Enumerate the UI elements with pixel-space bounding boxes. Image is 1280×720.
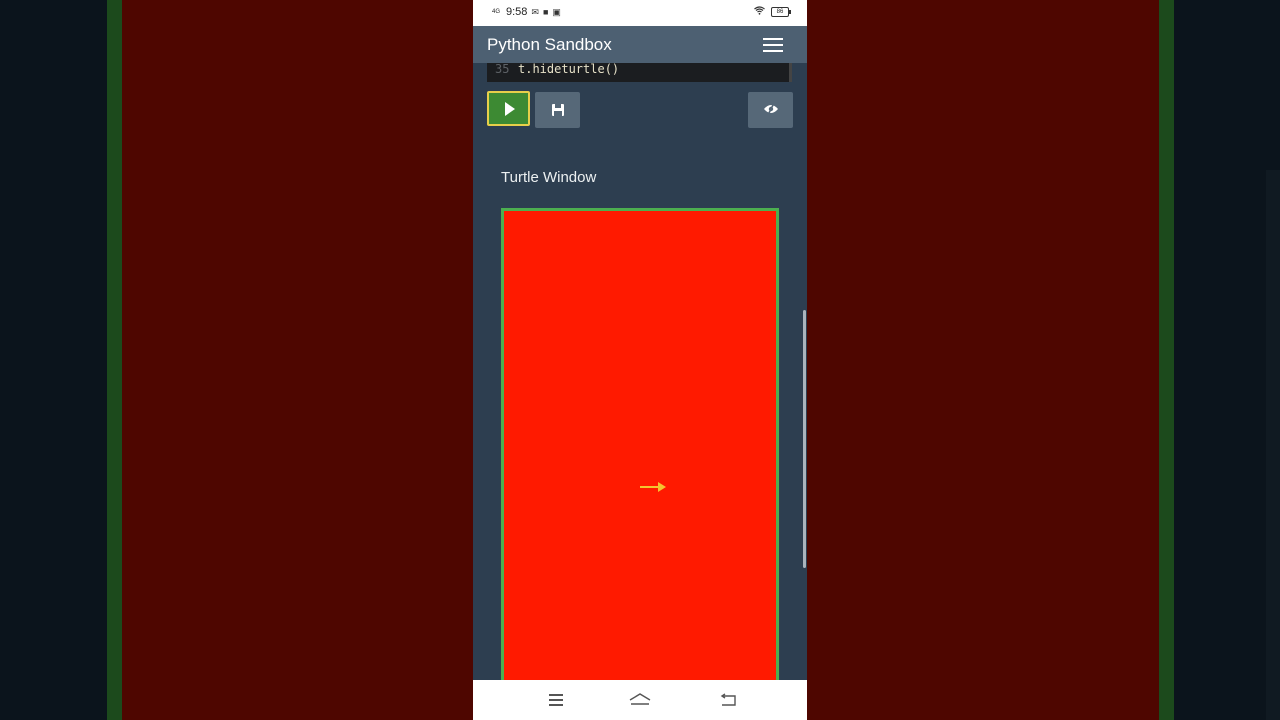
nav-home-button[interactable] (628, 690, 652, 710)
background-left-dark (0, 0, 107, 720)
app-title: Python Sandbox (487, 35, 612, 54)
run-button[interactable] (487, 91, 530, 126)
hamburger-menu-icon[interactable] (763, 38, 783, 52)
save-icon (551, 104, 564, 116)
mail-icon: ✉ (531, 6, 539, 17)
video-icon: ■ (542, 7, 549, 17)
background-right-red (807, 0, 1159, 720)
background-left-red (122, 0, 473, 720)
app-bar: Python Sandbox (473, 26, 807, 63)
download-icon: ▣ (552, 6, 561, 17)
save-button[interactable] (535, 92, 580, 128)
home-icon (629, 693, 651, 705)
status-time: 9:58 (506, 6, 528, 18)
turtle-canvas (501, 208, 779, 688)
status-bar: 4G 9:58 ✉ ■ ▣ 86 (473, 0, 807, 26)
code-editor[interactable]: 35 t.hideturtle() (487, 63, 792, 82)
play-icon (505, 101, 515, 116)
background-right-strip (1266, 170, 1280, 720)
background-right-green-edge (1159, 0, 1174, 720)
network-indicator: 4G (492, 9, 501, 15)
background-right-dark (1174, 0, 1280, 720)
code-line[interactable]: t.hideturtle() (518, 63, 619, 75)
turtle-arrow-icon (640, 482, 666, 492)
scrollbar-thumb[interactable] (803, 310, 806, 568)
battery-icon: 86 (771, 7, 791, 17)
background-left-green-edge (107, 0, 122, 720)
nav-back-button[interactable] (716, 690, 740, 710)
phone-screen: 4G 9:58 ✉ ■ ▣ 86 Python Sandbox 35 t.hid… (473, 0, 807, 720)
wifi-icon (754, 6, 765, 18)
turtle-window-label: Turtle Window (501, 169, 597, 186)
nav-menu-button[interactable] (545, 690, 569, 710)
toggle-visibility-button[interactable] (748, 92, 793, 128)
system-nav-bar (473, 680, 807, 720)
back-icon (720, 693, 736, 706)
eye-slash-icon (763, 102, 779, 119)
line-number: 35 (495, 62, 510, 76)
